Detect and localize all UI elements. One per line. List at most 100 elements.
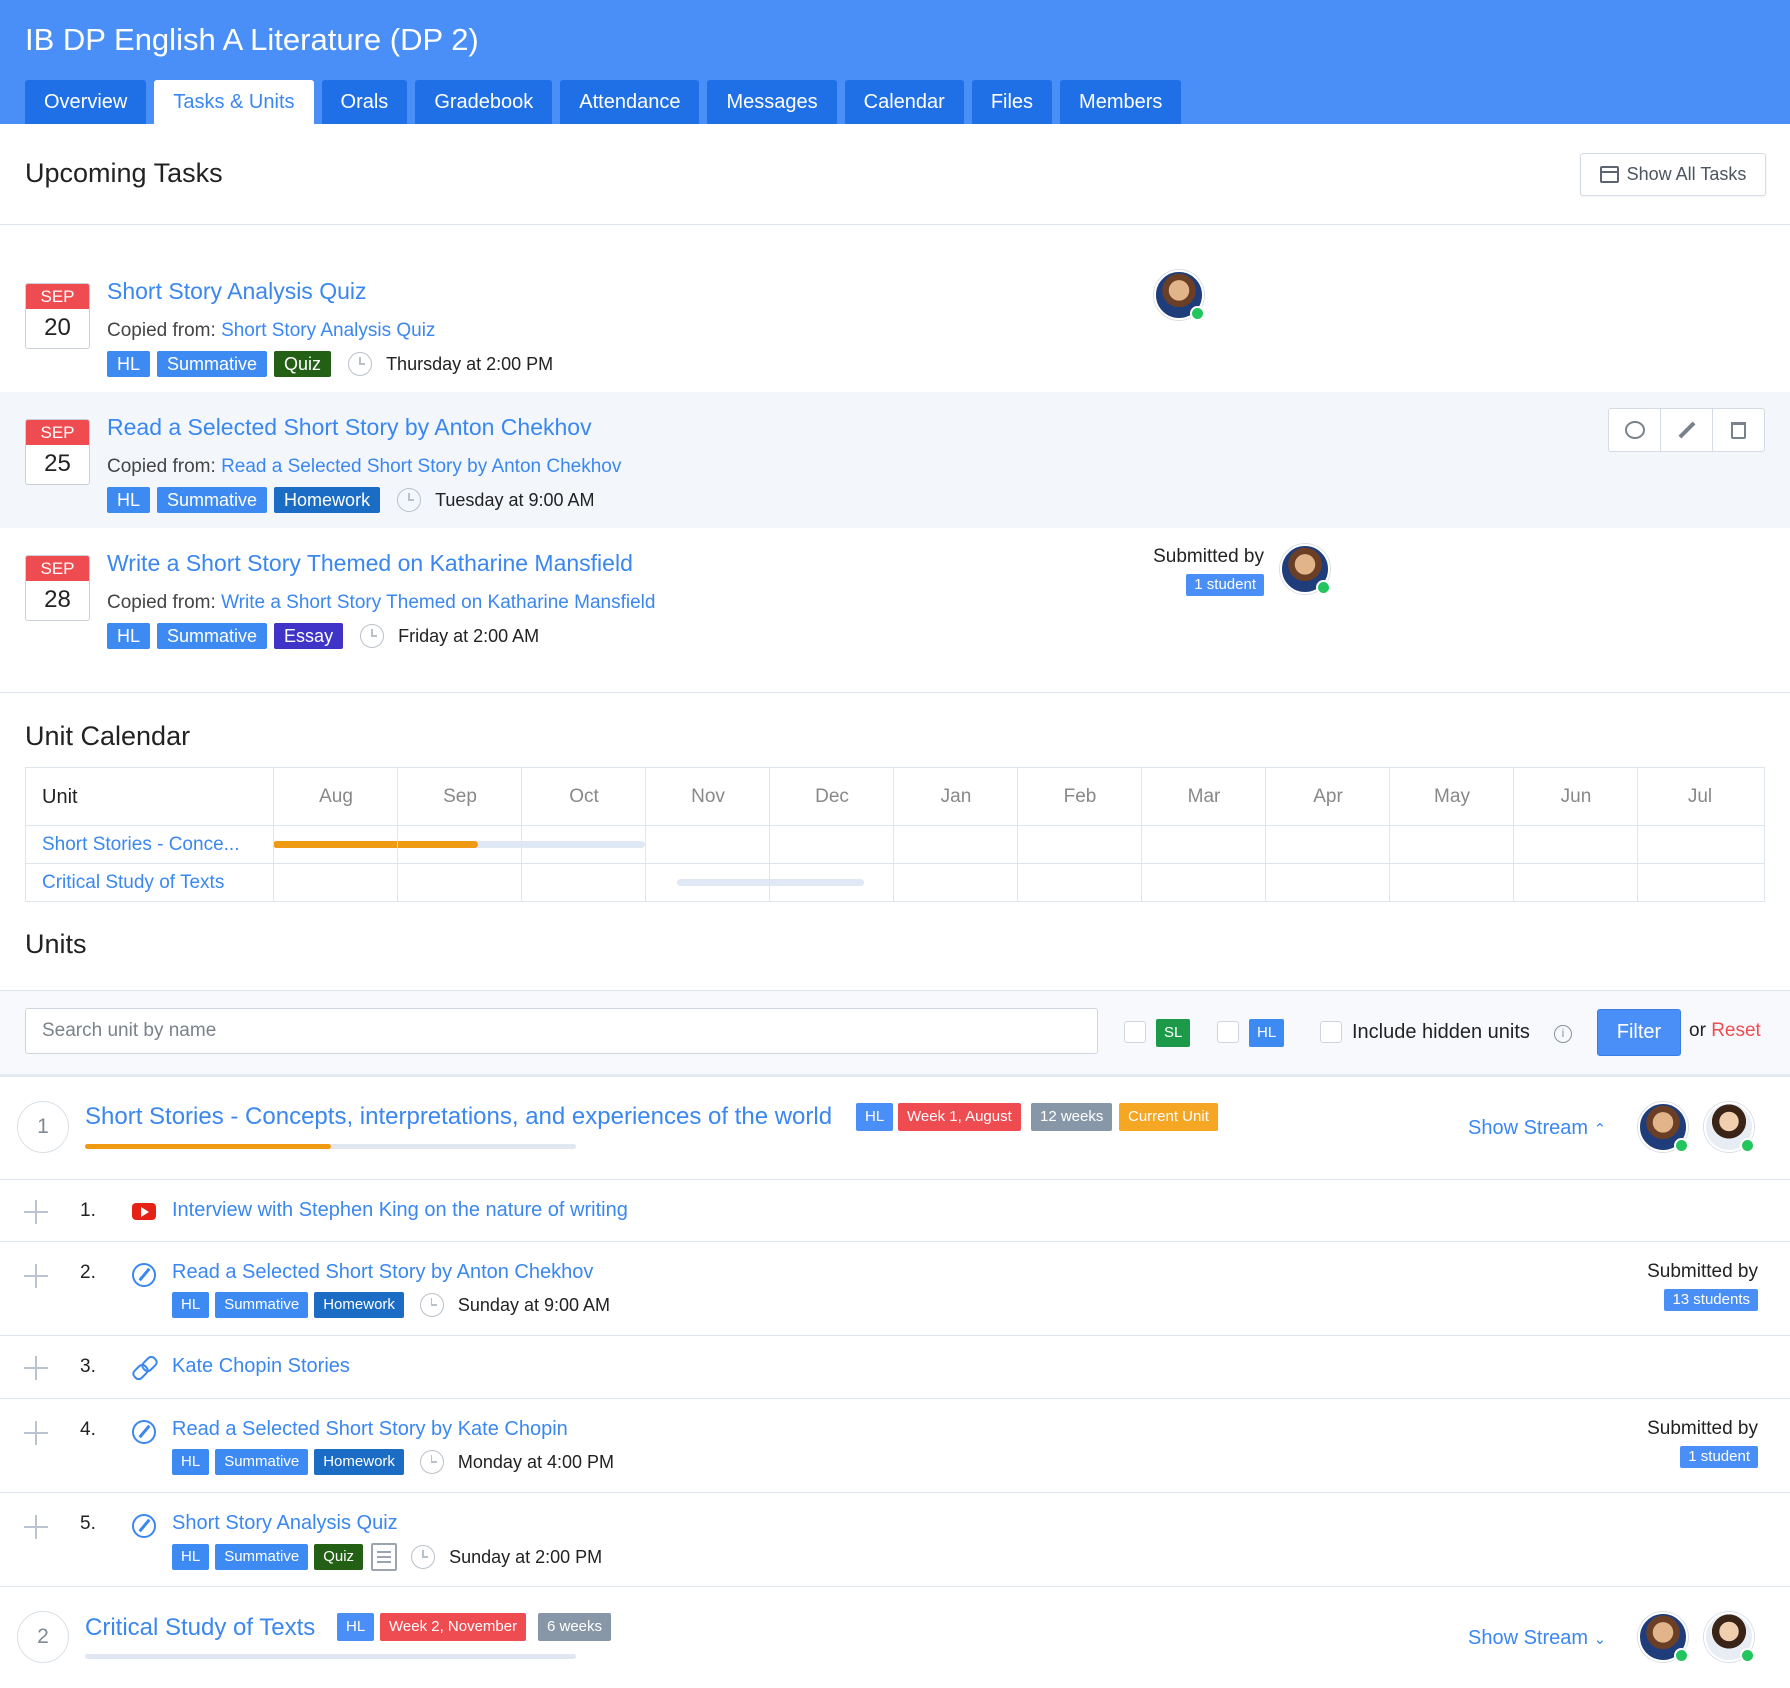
youtube-icon bbox=[132, 1199, 156, 1223]
level-tag: HL bbox=[107, 487, 151, 513]
task-title[interactable]: Write a Short Story Themed on Katharine … bbox=[107, 550, 633, 577]
online-status-dot bbox=[1740, 1138, 1755, 1153]
month-header: Aug bbox=[319, 786, 353, 807]
drag-handle-icon[interactable] bbox=[24, 1200, 48, 1224]
tab-messages[interactable]: Messages bbox=[707, 80, 837, 124]
clock-icon bbox=[360, 624, 385, 648]
assessment-tag: Summative bbox=[157, 487, 268, 513]
avatar[interactable] bbox=[1280, 544, 1331, 595]
copied-from-link[interactable]: Short Story Analysis Quiz bbox=[221, 320, 435, 341]
level-tag: HL bbox=[107, 623, 151, 649]
divider bbox=[0, 692, 1790, 693]
hidden-units-checkbox[interactable] bbox=[1320, 1021, 1342, 1043]
unit-title[interactable]: Critical Study of Texts bbox=[85, 1614, 315, 1642]
tab-calendar[interactable]: Calendar bbox=[844, 80, 964, 124]
avatar[interactable] bbox=[1704, 1612, 1755, 1663]
copied-from-link[interactable]: Write a Short Story Themed on Katharine … bbox=[221, 592, 655, 613]
hl-flag: HL bbox=[1249, 1019, 1285, 1047]
unit-title[interactable]: Short Stories - Concepts, interpretation… bbox=[85, 1103, 832, 1131]
level-tag: HL bbox=[172, 1449, 210, 1475]
delete-button[interactable] bbox=[1713, 409, 1764, 451]
due-time: Friday at 2:00 AM bbox=[398, 625, 540, 646]
duration-tag: 6 weeks bbox=[538, 1613, 612, 1641]
comment-button[interactable] bbox=[1609, 409, 1661, 451]
unit-item: 2. Read a Selected Short Story by Anton … bbox=[0, 1241, 1790, 1335]
drag-handle-icon[interactable] bbox=[24, 1421, 48, 1445]
task-title[interactable]: Short Story Analysis Quiz bbox=[107, 278, 367, 305]
assessment-tag: Summative bbox=[157, 351, 268, 377]
drag-handle-icon[interactable] bbox=[24, 1264, 48, 1288]
show-all-tasks-button[interactable]: Show All Tasks bbox=[1580, 153, 1766, 196]
online-status-dot bbox=[1674, 1648, 1689, 1663]
unit-row: 2 Critical Study of Texts HL Week 2, Nov… bbox=[0, 1586, 1790, 1688]
grid-line bbox=[397, 768, 398, 901]
item-title[interactable]: Read a Selected Short Story by Anton Che… bbox=[172, 1261, 593, 1284]
month-header: Apr bbox=[1313, 786, 1343, 807]
drag-handle-icon[interactable] bbox=[24, 1515, 48, 1539]
grid-line bbox=[1017, 768, 1018, 901]
item-title[interactable]: Read a Selected Short Story by Kate Chop… bbox=[172, 1418, 568, 1441]
submitted-by-label: Submitted by bbox=[1647, 1418, 1758, 1439]
unit-item: 4. Read a Selected Short Story by Kate C… bbox=[0, 1398, 1790, 1492]
month-header: May bbox=[1434, 786, 1470, 807]
avatar[interactable] bbox=[1154, 270, 1205, 321]
tab-members[interactable]: Members bbox=[1060, 80, 1182, 124]
sl-checkbox[interactable] bbox=[1124, 1021, 1146, 1043]
avatar[interactable] bbox=[1638, 1612, 1689, 1663]
task-title[interactable]: Read a Selected Short Story by Anton Che… bbox=[107, 414, 592, 441]
item-title[interactable]: Interview with Stephen King on the natur… bbox=[172, 1199, 628, 1222]
hl-checkbox[interactable] bbox=[1217, 1021, 1239, 1043]
filter-button[interactable]: Filter bbox=[1597, 1009, 1681, 1056]
item-number: 1. bbox=[80, 1200, 96, 1221]
grid-line bbox=[1265, 768, 1266, 901]
page: IB DP English A Literature (DP 2) Overvi… bbox=[0, 0, 1790, 1688]
upcoming-task: SEP 25 Read a Selected Short Story by An… bbox=[0, 392, 1790, 528]
comment-icon bbox=[1624, 421, 1645, 439]
compass-icon bbox=[132, 1420, 156, 1444]
unit-row: 1 Short Stories - Concepts, interpretati… bbox=[0, 1077, 1790, 1179]
upcoming-tasks-heading: Upcoming Tasks bbox=[25, 158, 223, 188]
online-status-dot bbox=[1190, 306, 1205, 321]
rubric-icon[interactable] bbox=[371, 1543, 398, 1571]
show-stream-toggle[interactable]: Show Stream ⌃ bbox=[1468, 1117, 1606, 1140]
show-stream-toggle[interactable]: Show Stream ⌄ bbox=[1468, 1627, 1606, 1650]
date-badge: SEP 25 bbox=[25, 419, 90, 485]
sl-flag: SL bbox=[1156, 1019, 1191, 1047]
clock-icon bbox=[348, 352, 373, 376]
copied-from-link[interactable]: Read a Selected Short Story by Anton Che… bbox=[221, 456, 621, 477]
unit-calendar-header-row: Unit Aug Sep Oct Nov Dec Jan Feb Mar Apr… bbox=[26, 768, 1764, 826]
avatar[interactable] bbox=[1704, 1102, 1755, 1153]
tab-tasks-units[interactable]: Tasks & Units bbox=[154, 80, 314, 124]
unit-calendar-link[interactable]: Short Stories - Conce... bbox=[42, 834, 239, 856]
drag-handle-icon[interactable] bbox=[24, 1356, 48, 1380]
unit-calendar-heading: Unit Calendar bbox=[25, 721, 191, 751]
trash-icon bbox=[1731, 421, 1746, 439]
unit-search-input[interactable] bbox=[25, 1008, 1098, 1054]
submission-count-badge[interactable]: 13 students bbox=[1664, 1289, 1758, 1311]
submission-count-badge[interactable]: 1 student bbox=[1680, 1446, 1758, 1468]
date-badge: SEP 20 bbox=[25, 283, 90, 349]
reset-link[interactable]: Reset bbox=[1711, 1020, 1761, 1041]
tab-attendance[interactable]: Attendance bbox=[560, 80, 700, 124]
item-title[interactable]: Kate Chopin Stories bbox=[172, 1355, 350, 1378]
submission-count-badge[interactable]: 1 student bbox=[1186, 574, 1264, 596]
copied-from-prefix: Copied from: bbox=[107, 592, 216, 613]
submission-summary: Submitted by 1 student bbox=[1120, 546, 1264, 596]
edit-button[interactable] bbox=[1661, 409, 1713, 451]
tab-overview[interactable]: Overview bbox=[25, 80, 147, 124]
assessment-tag: Summative bbox=[215, 1449, 309, 1475]
info-icon[interactable]: i bbox=[1554, 1025, 1572, 1043]
task-tags: HL Summative Essay Friday at 2:00 AM bbox=[107, 623, 539, 649]
tab-gradebook[interactable]: Gradebook bbox=[415, 80, 553, 124]
tab-orals[interactable]: Orals bbox=[321, 80, 408, 124]
tab-files[interactable]: Files bbox=[971, 80, 1053, 124]
item-title[interactable]: Short Story Analysis Quiz bbox=[172, 1512, 398, 1535]
unit-item: 1. Interview with Stephen King on the na… bbox=[0, 1179, 1790, 1241]
item-number: 2. bbox=[80, 1262, 96, 1283]
unit-timeline-bar bbox=[273, 841, 645, 848]
month-header: Nov bbox=[691, 786, 725, 807]
unit-calendar-link[interactable]: Critical Study of Texts bbox=[42, 872, 224, 894]
grid-line bbox=[1637, 768, 1638, 901]
level-tag: HL bbox=[172, 1292, 210, 1318]
avatar[interactable] bbox=[1638, 1102, 1689, 1153]
